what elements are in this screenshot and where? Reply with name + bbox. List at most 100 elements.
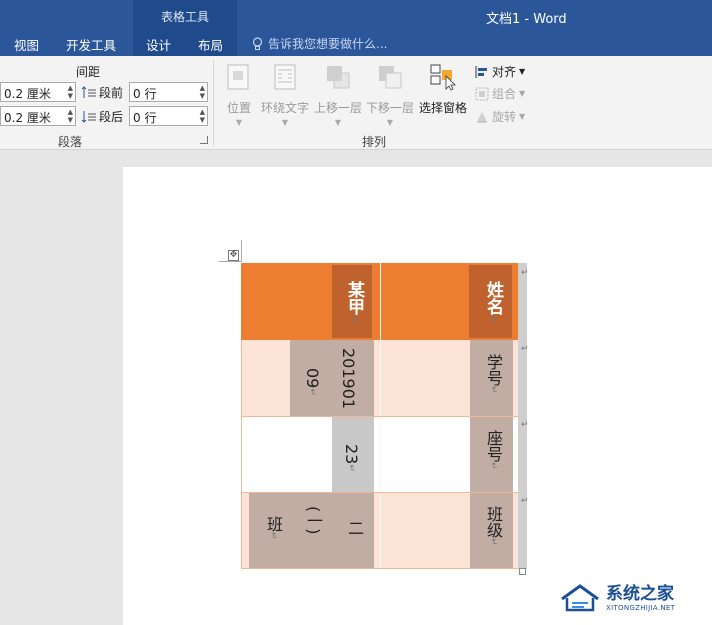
align-icon xyxy=(475,65,487,78)
column-border[interactable] xyxy=(241,340,242,569)
group-separator xyxy=(213,60,214,146)
cell-name-label[interactable]: 姓名↵ xyxy=(381,263,518,340)
rotate-button[interactable]: 旋转 ▼ xyxy=(475,108,525,125)
row-end-mark: ↵ xyxy=(521,268,529,278)
send-backward-icon xyxy=(379,66,402,89)
space-before-icon xyxy=(81,85,96,98)
chevron-down-icon: ▼ xyxy=(519,112,526,121)
cell-seat-label[interactable]: 座号↵ xyxy=(381,416,518,492)
space-before-value: 0 行 xyxy=(133,87,157,101)
group-label: 组合 xyxy=(492,87,517,101)
row-end-mark: ↵ xyxy=(521,420,529,430)
arrange-group-label: 排列 xyxy=(362,135,387,149)
position-label: 位置 xyxy=(226,101,251,115)
chevron-down-icon: ▼ xyxy=(519,67,526,76)
selection-pane-label: 选择窗格 xyxy=(419,101,468,115)
chevron-down-icon: ▼ xyxy=(334,118,342,127)
tell-me-search[interactable]: 告诉我您想要做什么... xyxy=(252,35,387,52)
position-icon xyxy=(227,64,249,90)
table-right-edge xyxy=(518,263,527,569)
tab-layout[interactable]: 布局 xyxy=(198,35,223,54)
cell-seat-value[interactable]: 23↵ xyxy=(241,416,380,492)
cell-text: 姓名↵ xyxy=(483,281,503,323)
cell-class-label[interactable]: 班级↵ xyxy=(381,492,518,569)
group-button[interactable]: 组合 ▼ xyxy=(475,85,525,102)
chevron-down-icon: ▼ xyxy=(235,118,243,127)
indent-left-value: 0.2 厘米 xyxy=(4,87,51,101)
cell-text: 二 xyxy=(345,520,364,536)
cell-text: 班↵ xyxy=(264,516,283,540)
cell-name-value[interactable]: 某甲↵ xyxy=(241,263,380,340)
space-before-text: 段前 xyxy=(99,86,124,100)
ribbon: 间距 0.2 厘米 ▲ ▼ 0.2 厘米 ▲ ▼ 段前 段后 0 行 ▲ ▼ 0 行 … xyxy=(0,56,712,150)
document-title: 文档1 - Word xyxy=(486,12,567,27)
selection-pane-button[interactable]: 选择窗格 xyxy=(419,62,467,116)
row-border[interactable] xyxy=(241,416,518,417)
indent-right-input[interactable]: 0.2 厘米 ▲ ▼ xyxy=(0,106,76,126)
indent-right-value: 0.2 厘米 xyxy=(4,111,51,125)
table-move-handle-icon[interactable]: ✥ xyxy=(228,250,239,261)
space-after-label: 段后 xyxy=(81,108,123,125)
rotate-icon xyxy=(477,111,487,122)
wrap-text-button[interactable]: 环绕文字 ▼ xyxy=(261,62,309,127)
send-backward-label: 下移一层 xyxy=(366,101,415,115)
space-before-label: 段前 xyxy=(81,84,123,101)
row-end-mark: ↵ xyxy=(521,496,529,506)
chevron-down-icon: ▼ xyxy=(519,89,526,98)
margin-marker xyxy=(241,240,242,262)
chevron-down-icon: ▼ xyxy=(281,118,289,127)
cell-text: 23↵ xyxy=(342,444,361,472)
house-logo-icon xyxy=(561,584,599,612)
cell-text: 某甲↵ xyxy=(344,281,364,323)
watermark: 系统之家 XITONGZHIJIA.NET xyxy=(558,578,708,618)
spin-arrows-icon[interactable]: ▲ ▼ xyxy=(200,108,205,124)
cell-text: 座号↵ xyxy=(484,430,503,470)
table-resize-handle-icon[interactable] xyxy=(519,568,526,575)
row-border[interactable] xyxy=(241,568,518,569)
table[interactable]: 某甲↵ 姓名↵ 201901 09↵ 学号↵ 23↵ 座号↵ 二 (一) 班↵ … xyxy=(241,263,519,569)
space-after-icon xyxy=(81,110,96,123)
wrap-text-label: 环绕文字 xyxy=(261,101,310,115)
space-after-input[interactable]: 0 行 ▲ ▼ xyxy=(129,106,208,126)
bring-forward-label: 上移一层 xyxy=(314,101,363,115)
space-after-value: 0 行 xyxy=(133,111,157,125)
spin-arrows-icon[interactable]: ▲ ▼ xyxy=(68,108,73,124)
chevron-down-icon: ▼ xyxy=(386,118,394,127)
selection-pane-icon xyxy=(430,64,456,91)
title-bar: 表格工具 文档1 - Word 视图 开发工具 设计 布局 告诉我您想要做什么.… xyxy=(0,0,712,56)
watermark-cn: 系统之家 xyxy=(606,584,674,604)
cell-text: 09↵ xyxy=(303,368,322,396)
row-border[interactable] xyxy=(241,492,518,493)
tab-design[interactable]: 设计 xyxy=(146,35,171,54)
dialog-launcher-icon[interactable] xyxy=(200,136,208,144)
tab-view[interactable]: 视图 xyxy=(14,35,39,54)
cell-text: 学号↵ xyxy=(484,354,503,394)
table-tools-label: 表格工具 xyxy=(160,10,209,24)
watermark-text: 系统之家 XITONGZHIJIA.NET xyxy=(606,584,675,612)
cell-text: 班级↵ xyxy=(484,506,503,546)
space-before-input[interactable]: 0 行 ▲ ▼ xyxy=(129,82,208,102)
cell-text: (一) xyxy=(304,506,323,535)
margin-marker xyxy=(219,261,241,262)
bring-forward-button[interactable]: 上移一层 ▼ xyxy=(314,62,362,127)
rotate-label: 旋转 xyxy=(492,110,517,124)
spacing-title: 间距 xyxy=(76,65,101,79)
cell-text: 201901 xyxy=(339,348,358,410)
cell-class-value[interactable]: 二 (一) 班↵ xyxy=(241,492,380,569)
row-end-mark: ↵ xyxy=(521,344,529,354)
send-backward-button[interactable]: 下移一层 ▼ xyxy=(366,62,414,127)
bring-forward-icon xyxy=(327,66,350,89)
position-button[interactable]: 位置 ▼ xyxy=(224,62,254,127)
spin-arrows-icon[interactable]: ▲ ▼ xyxy=(68,84,73,100)
cell-id-value[interactable]: 201901 09↵ xyxy=(241,340,380,416)
cell-id-label[interactable]: 学号↵ xyxy=(381,340,518,416)
tell-me-text: 告诉我您想要做什么... xyxy=(268,37,388,51)
indent-left-input[interactable]: 0.2 厘米 ▲ ▼ xyxy=(0,82,76,102)
tab-developer[interactable]: 开发工具 xyxy=(66,35,116,54)
align-button[interactable]: 对齐 ▼ xyxy=(475,63,525,80)
watermark-en: XITONGZHIJIA.NET xyxy=(606,604,676,612)
paragraph-group-label: 段落 xyxy=(58,135,83,149)
spin-arrows-icon[interactable]: ▲ ▼ xyxy=(200,84,205,100)
align-label: 对齐 xyxy=(492,65,517,79)
lightbulb-icon xyxy=(252,36,263,50)
